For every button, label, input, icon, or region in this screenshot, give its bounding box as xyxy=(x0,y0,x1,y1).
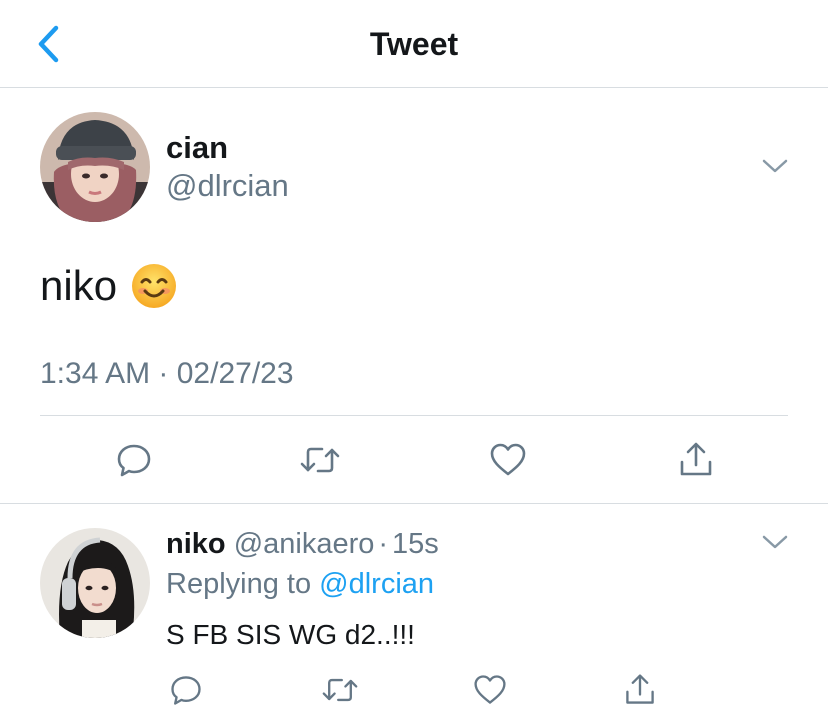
replying-to: Replying to @dlrcian xyxy=(166,566,434,602)
reply-time: 15s xyxy=(392,528,439,560)
timestamp-separator: · xyxy=(150,357,177,390)
like-button[interactable] xyxy=(486,438,530,482)
divider xyxy=(40,415,788,416)
retweet-icon xyxy=(300,447,340,473)
tweet-text: niko xyxy=(40,262,118,309)
share-icon xyxy=(626,674,654,704)
replying-mention-link[interactable]: @dlrcian xyxy=(319,568,434,600)
page-title: Tweet xyxy=(369,26,459,62)
reply-text: S FB SIS WG d2..!!! xyxy=(166,619,415,650)
reply-header: niko @anikaero · 15s xyxy=(166,526,439,562)
like-icon xyxy=(474,675,506,704)
tweet-menu-button[interactable] xyxy=(760,156,790,181)
reply-like-button[interactable] xyxy=(468,668,512,712)
chevron-down-icon xyxy=(762,535,788,549)
reply-icon xyxy=(117,444,151,477)
divider xyxy=(0,503,828,504)
reply-dot: · xyxy=(378,528,389,560)
reply-author-name[interactable]: niko xyxy=(166,528,226,560)
like-icon xyxy=(490,443,526,476)
avatar[interactable] xyxy=(40,112,150,222)
timestamp-date: 02/27/23 xyxy=(176,357,294,390)
tweet-text-row: niko xyxy=(40,262,177,310)
reply-author-handle[interactable]: @anikaero xyxy=(234,528,375,560)
reply-icon xyxy=(171,676,201,705)
reply-button[interactable] xyxy=(112,438,156,482)
retweet-button[interactable] xyxy=(298,438,342,482)
reply-share-button[interactable] xyxy=(618,668,662,712)
chevron-down-icon xyxy=(762,159,788,173)
timestamp-time: 1:34 AM xyxy=(40,357,151,390)
share-button[interactable] xyxy=(674,438,718,482)
reply-avatar[interactable] xyxy=(40,528,150,638)
author-name[interactable]: cian xyxy=(166,130,228,166)
reply-retweet-button[interactable] xyxy=(318,668,362,712)
share-icon xyxy=(680,442,712,476)
replying-prefix: Replying to xyxy=(166,568,320,600)
reply-menu-button[interactable] xyxy=(760,532,790,557)
author-handle[interactable]: @dlrcian xyxy=(166,168,289,204)
retweet-icon xyxy=(322,678,358,702)
smiling-face-emoji-icon xyxy=(132,264,177,308)
tweet-timestamp: 1:34 AM · 02/27/23 xyxy=(40,356,294,392)
reply-reply-button[interactable] xyxy=(164,668,208,712)
